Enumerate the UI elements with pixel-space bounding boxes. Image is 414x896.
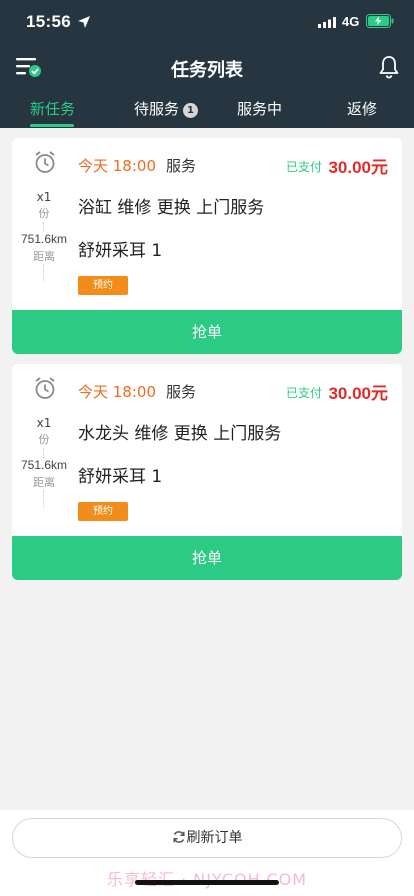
service-name: 浴缸 维修 更换 上门服务 [78,198,265,218]
location-arrow-icon [78,16,90,28]
order-price: 30.00元 [328,384,388,403]
quantity: x1 [36,416,52,430]
reservation-tag: 预约 [78,276,128,295]
refresh-orders-button[interactable]: 刷新订单 [12,818,402,858]
quantity: x1 [36,190,52,204]
divider-dots [43,490,44,508]
pending-count-badge: 1 [183,103,199,118]
grab-order-button[interactable]: 抢单 [12,536,402,580]
customer-name: 舒妍采耳 1 [78,467,163,487]
distance: 751.6km [20,232,68,246]
grab-order-button[interactable]: 抢单 [12,310,402,354]
quantity-unit: 份 [38,207,50,220]
network-type: 4G [342,14,360,29]
service-label: 服务 [166,157,197,175]
status-bar: 15:56 4G [0,0,414,44]
reservation-tag: 预约 [78,502,128,521]
tab-bar: 新任务 待服务 1 服务中 返修 [0,90,414,128]
customer-name: 舒妍采耳 1 [78,241,163,261]
bell-icon[interactable] [378,55,400,79]
watermark-text: 乐享轻汇 · NJYCOH.COM [0,866,414,890]
distance-label: 距离 [33,250,55,263]
divider-dots [43,222,44,232]
order-card: 今天 18:00 服务 已支付 30.00元 x1 份 751.6km 距离 水… [12,364,402,580]
active-tab-indicator [30,124,74,127]
distance-label: 距离 [33,476,55,489]
quantity-unit: 份 [38,433,50,446]
service-label: 服务 [166,383,197,401]
battery-charging-icon [366,14,394,28]
home-indicator [135,880,279,885]
refresh-icon [172,831,185,843]
alarm-clock-icon [35,377,55,399]
refresh-label: 刷新订单 [186,830,243,846]
page-title: 任务列表 [171,60,243,81]
alarm-clock-icon [35,151,55,173]
appointment-time: 今天 18:00 [78,383,156,401]
paid-status: 已支付 [285,160,322,174]
divider-dots [43,448,44,458]
tab-pending-service[interactable]: 待服务 1 [134,98,199,119]
tab-in-service[interactable]: 服务中 [237,98,282,119]
app-header: 15:56 4G 任务列表 新任务 待服务 1 服务中 返修 [0,0,414,128]
order-card: 今天 18:00 服务 已支付 30.00元 x1 份 751.6km 距离 浴… [12,138,402,354]
order-price: 30.00元 [328,158,388,177]
appointment-time: 今天 18:00 [78,157,156,175]
distance: 751.6km [20,458,68,472]
tab-rework[interactable]: 返修 [347,98,377,119]
divider-dots [43,264,44,282]
nav-bar: 任务列表 [0,44,414,90]
bottom-bar: 刷新订单 乐享轻汇 · NJYCOH.COM [0,810,414,896]
paid-status: 已支付 [285,386,322,400]
signal-icon [318,17,336,28]
status-time: 15:56 [26,12,71,31]
service-name: 水龙头 维修 更换 上门服务 [78,424,282,444]
tab-new-tasks[interactable]: 新任务 [30,98,75,119]
